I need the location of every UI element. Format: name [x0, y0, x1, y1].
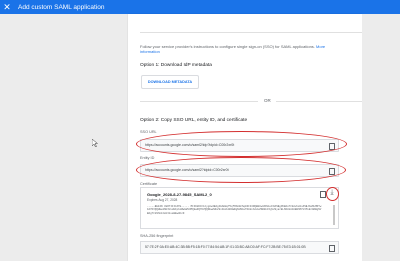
annotation-circle-entity-id — [136, 157, 346, 183]
right-panel — [362, 14, 400, 261]
certificate-text[interactable]: -----BEGIN CERTIFICATE----- MIIDdDCCAlyg… — [147, 205, 322, 225]
annotation-circle-download — [326, 187, 339, 201]
or-divider-right — [276, 101, 362, 102]
left-panel — [0, 14, 128, 261]
fingerprint-value: 57:7E:2F:0A:E0:AB:4C:3B:5B:F5:1B:F0:77:8… — [145, 245, 306, 249]
certificate-expiry: Expires Aug 27, 2028 — [147, 198, 178, 202]
sso-url-label: SSO URL — [140, 130, 157, 134]
card-top-divider — [140, 32, 362, 33]
download-metadata-button[interactable]: DOWNLOAD METADATA — [141, 75, 199, 89]
fingerprint-field[interactable]: 57:7E:2F:0A:E0:AB:4C:3B:5B:F5:1B:F0:77:8… — [140, 241, 339, 254]
intro-description: Follow your service provider's instructi… — [140, 44, 315, 49]
certificate-box: Google_2028-8-27-9845_SAML2_0 Expires Au… — [140, 187, 339, 229]
certificate-scrollbar[interactable] — [333, 205, 335, 225]
option1-title: Option 1: Download IdP metadata — [140, 63, 212, 68]
title-bar: ✕ Add custom SAML application — [0, 0, 400, 14]
close-icon[interactable]: ✕ — [0, 0, 14, 14]
certificate-label: Certificate — [140, 182, 158, 186]
fingerprint-label: SHA-256 fingerprint — [140, 234, 174, 238]
intro-text: Follow your service provider's instructi… — [140, 44, 340, 54]
entity-id-label: Entity ID — [140, 156, 155, 160]
annotation-circle-sso-url — [136, 131, 347, 157]
mouse-cursor-icon — [92, 139, 98, 147]
option2-title: Option 2: Copy SSO URL, entity ID, and c… — [140, 118, 248, 123]
copy-icon[interactable] — [329, 245, 335, 252]
or-divider-text: OR — [264, 98, 271, 103]
page-title: Add custom SAML application — [18, 3, 105, 11]
or-divider-left — [140, 101, 258, 102]
certificate-name: Google_2028-8-27-9845_SAML2_0 — [147, 192, 212, 197]
